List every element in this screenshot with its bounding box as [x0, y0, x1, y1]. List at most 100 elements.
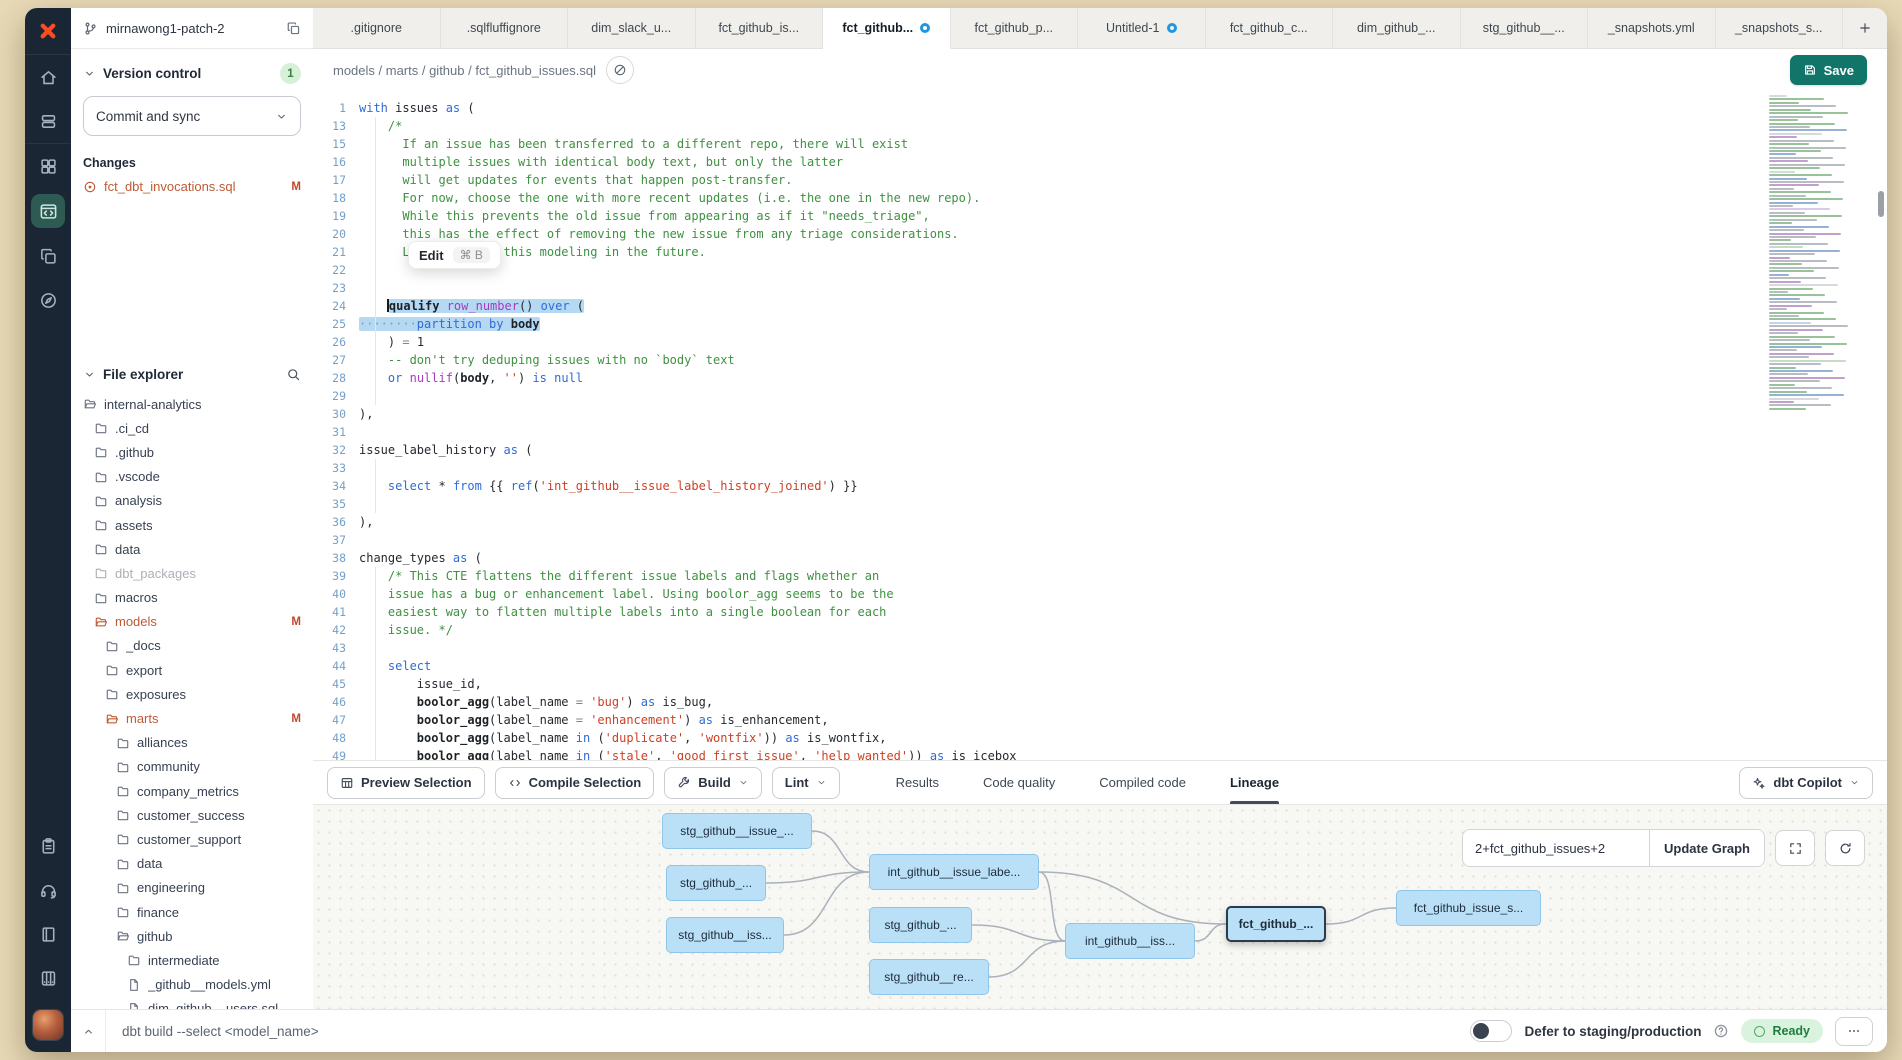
- version-control-header[interactable]: Version control 1: [83, 63, 301, 84]
- dbt-logo[interactable]: [25, 8, 71, 55]
- tree-item-dim-github-users-sql[interactable]: dim_github__users.sql: [71, 997, 313, 1010]
- code-line-46[interactable]: 46 boolor_agg(label_name = 'bug') as is_…: [313, 693, 1887, 711]
- lineage-node-0[interactable]: stg_github__issue_...: [662, 813, 812, 849]
- code-line-18[interactable]: 18 For now, choose the one with more rec…: [313, 189, 1887, 207]
- code-line-39[interactable]: 39 /* This CTE flattens the different is…: [313, 567, 1887, 585]
- tree-item--github[interactable]: .github: [71, 440, 313, 464]
- file-explorer-header[interactable]: File explorer: [83, 367, 301, 382]
- code-line-33[interactable]: 33: [313, 459, 1887, 477]
- tree-item-github[interactable]: github: [71, 924, 313, 948]
- rail-windows-button[interactable]: [25, 234, 71, 278]
- bottom-tab-results[interactable]: Results: [896, 761, 939, 804]
- tab-fct-github-p-[interactable]: fct_github_p...: [951, 8, 1079, 48]
- tree-item--vscode[interactable]: .vscode: [71, 465, 313, 489]
- code-line-49[interactable]: 49 boolor_agg(label_name in ('stale', 'g…: [313, 747, 1887, 760]
- code-line-15[interactable]: 15 If an issue has been transferred to a…: [313, 135, 1887, 153]
- rail-ide-button[interactable]: [25, 188, 71, 234]
- minimap[interactable]: [1769, 95, 1869, 411]
- rail-tasks-button[interactable]: [25, 824, 71, 868]
- tab-stg-github-[interactable]: stg_github__...: [1461, 8, 1589, 48]
- tree-item-analysis[interactable]: analysis: [71, 489, 313, 513]
- lineage-node-1[interactable]: stg_github_...: [666, 865, 766, 901]
- user-avatar[interactable]: [33, 1010, 63, 1040]
- code-line-37[interactable]: 37: [313, 531, 1887, 549]
- collapse-panel-button[interactable]: [71, 1010, 105, 1052]
- code-line-36[interactable]: 36),: [313, 513, 1887, 531]
- code-line-34[interactable]: 34 select * from {{ ref('int_github__iss…: [313, 477, 1887, 495]
- code-line-19[interactable]: 19 While this prevents the old issue fro…: [313, 207, 1887, 225]
- code-line-40[interactable]: 40 issue has a bug or enhancement label.…: [313, 585, 1887, 603]
- code-line-27[interactable]: 27 -- don't try deduping issues with no …: [313, 351, 1887, 369]
- copy-icon[interactable]: [286, 21, 301, 36]
- code-line-22[interactable]: 22: [313, 261, 1887, 279]
- build-button[interactable]: Build: [664, 767, 762, 799]
- rail-home-button[interactable]: [25, 55, 71, 99]
- code-line-42[interactable]: 42 issue. */: [313, 621, 1887, 639]
- tree-item-customer-support[interactable]: customer_support: [71, 827, 313, 851]
- tree-item-customer-success[interactable]: customer_success: [71, 803, 313, 827]
- code-line-29[interactable]: 29: [313, 387, 1887, 405]
- rail-docs-button[interactable]: [25, 912, 71, 956]
- lineage-node-6[interactable]: int_github__iss...: [1065, 923, 1195, 959]
- refresh-button[interactable]: [1825, 830, 1865, 866]
- tree-item-exposures[interactable]: exposures: [71, 682, 313, 706]
- code-line-13[interactable]: 13 /*: [313, 117, 1887, 135]
- code-line-25[interactable]: 25········partition by body: [313, 315, 1887, 333]
- more-options-button[interactable]: [1835, 1017, 1873, 1046]
- code-line-30[interactable]: 30),: [313, 405, 1887, 423]
- tab-fct-github-[interactable]: fct_github...: [823, 8, 951, 49]
- tab--snapshots-yml[interactable]: _snapshots.yml: [1588, 8, 1716, 48]
- lineage-node-8[interactable]: fct_github_issue_s...: [1396, 890, 1541, 926]
- code-line-48[interactable]: 48 boolor_agg(label_name in ('duplicate'…: [313, 729, 1887, 747]
- tree-item-data[interactable]: data: [71, 852, 313, 876]
- lineage-node-5[interactable]: stg_github__re...: [869, 959, 989, 995]
- dbt-copilot-button[interactable]: dbt Copilot: [1739, 767, 1873, 799]
- code-line-31[interactable]: 31: [313, 423, 1887, 441]
- update-graph-button[interactable]: Update Graph: [1649, 830, 1764, 866]
- rail-dashboard-button[interactable]: [25, 143, 71, 188]
- tree-item-models[interactable]: modelsM: [71, 610, 313, 634]
- lineage-node-2[interactable]: stg_github__iss...: [666, 917, 784, 953]
- edit-tooltip[interactable]: Edit ⌘ B: [408, 241, 501, 269]
- code-line-41[interactable]: 41 easiest way to flatten multiple label…: [313, 603, 1887, 621]
- code-line-28[interactable]: 28 or nullif(body, '') is null: [313, 369, 1887, 387]
- compile-selection-button[interactable]: Compile Selection: [495, 767, 655, 799]
- fullscreen-button[interactable]: [1775, 830, 1815, 866]
- tree-item-company-metrics[interactable]: company_metrics: [71, 779, 313, 803]
- rail-explore-button[interactable]: [25, 278, 71, 322]
- tree-item-engineering[interactable]: engineering: [71, 876, 313, 900]
- code-line-32[interactable]: 32issue_label_history as (: [313, 441, 1887, 459]
- lineage-node-4[interactable]: stg_github_...: [869, 907, 972, 943]
- tree-item--github-models-yml[interactable]: _github__models.yml: [71, 973, 313, 997]
- changed-file-item[interactable]: fct_dbt_invocations.sql M: [71, 176, 313, 197]
- lineage-selector-input[interactable]: [1463, 830, 1649, 866]
- code-line-43[interactable]: 43: [313, 639, 1887, 657]
- tab-untitled-1[interactable]: Untitled-1: [1078, 8, 1206, 48]
- help-icon[interactable]: [1713, 1023, 1729, 1039]
- tree-item-marts[interactable]: martsM: [71, 706, 313, 730]
- code-line-26[interactable]: 26 ) = 1: [313, 333, 1887, 351]
- tab--gitignore[interactable]: .gitignore: [313, 8, 441, 48]
- tree-item-export[interactable]: export: [71, 658, 313, 682]
- scrollbar-thumb[interactable]: [1878, 191, 1884, 217]
- lineage-node-7[interactable]: fct_github_...: [1226, 906, 1326, 942]
- tree-item-intermediate[interactable]: intermediate: [71, 948, 313, 972]
- tree-item-assets[interactable]: assets: [71, 513, 313, 537]
- lint-button[interactable]: Lint: [772, 767, 840, 799]
- code-line-20[interactable]: 20 this has the effect of removing the n…: [313, 225, 1887, 243]
- tab--snapshots-s-[interactable]: _snapshots_s...: [1716, 8, 1844, 48]
- tab-fct-github-is-[interactable]: fct_github_is...: [696, 8, 824, 48]
- bottom-tab-lineage[interactable]: Lineage: [1230, 761, 1279, 804]
- tree-item-data[interactable]: data: [71, 537, 313, 561]
- search-icon[interactable]: [286, 367, 301, 382]
- tab--sqlfluffignore[interactable]: .sqlfluffignore: [441, 8, 569, 48]
- tree-item--ci-cd[interactable]: .ci_cd: [71, 416, 313, 440]
- tree-item-community[interactable]: community: [71, 755, 313, 779]
- rail-apps-button[interactable]: [25, 956, 71, 1000]
- save-button[interactable]: Save: [1790, 55, 1867, 85]
- tree-item--docs[interactable]: _docs: [71, 634, 313, 658]
- tree-item-dbt-packages[interactable]: dbt_packages: [71, 561, 313, 585]
- tree-item-finance[interactable]: finance: [71, 900, 313, 924]
- tab-dim-github-[interactable]: dim_github_...: [1333, 8, 1461, 48]
- commit-and-sync-button[interactable]: Commit and sync: [83, 96, 301, 136]
